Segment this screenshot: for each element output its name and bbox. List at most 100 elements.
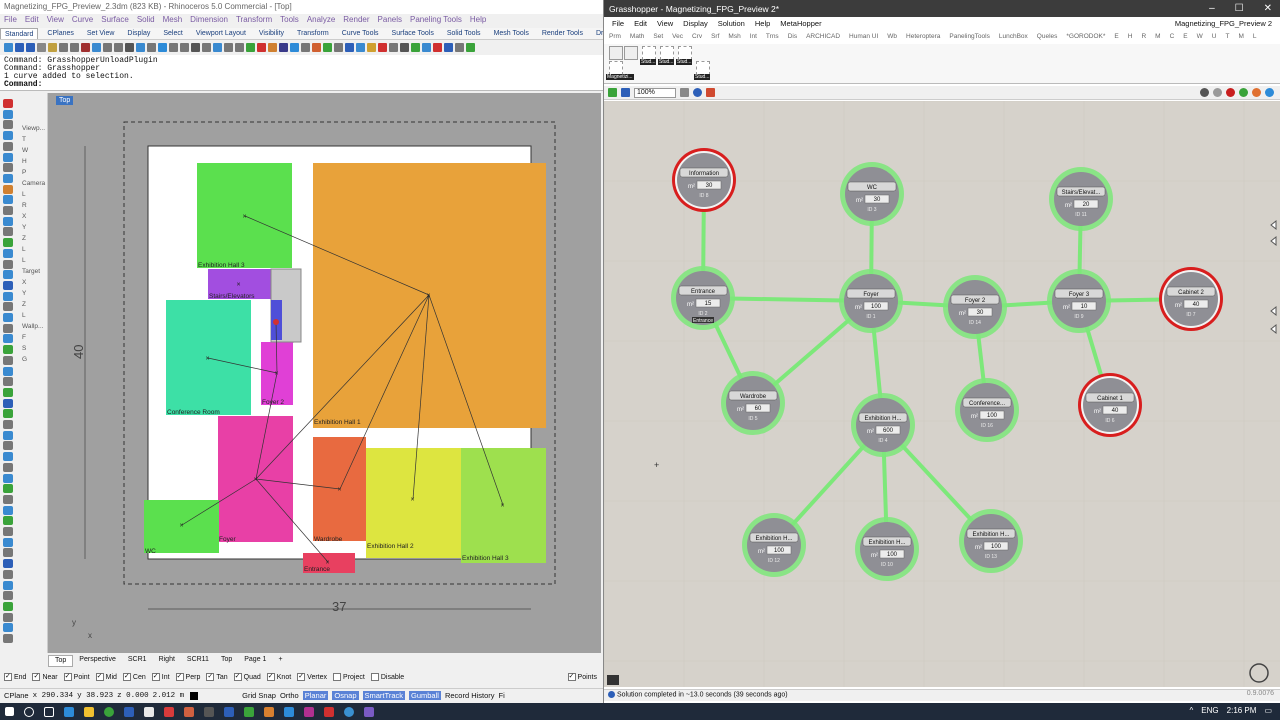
gh-menu-solution[interactable]: Solution: [718, 19, 745, 30]
menu-view[interactable]: View: [47, 15, 64, 26]
toolbar-icon[interactable]: [59, 42, 68, 52]
tool-icon[interactable]: [3, 377, 13, 387]
view-tab-page-1[interactable]: Page 1: [238, 655, 272, 667]
tool-icon[interactable]: [3, 173, 13, 183]
solver-icon[interactable]: [1226, 88, 1235, 97]
osnap-point[interactable]: ✓ Point: [63, 673, 90, 681]
osnap-int[interactable]: ✓ Int: [151, 673, 170, 681]
toolbar-icon[interactable]: [268, 42, 277, 52]
tool-icon[interactable]: [3, 141, 13, 151]
tool-icon[interactable]: [3, 452, 13, 462]
tool-icon[interactable]: [3, 484, 13, 494]
tool-icon[interactable]: [3, 291, 13, 301]
checkbox[interactable]: ✓: [4, 673, 12, 681]
magnetizing-component-icon[interactable]: [609, 46, 623, 60]
gh-tab--gorodok-[interactable]: *GORODOK*: [1066, 33, 1105, 43]
toolbar-icon[interactable]: [433, 42, 442, 52]
viewport-label[interactable]: Top: [56, 96, 74, 105]
gh-tab-wb[interactable]: Wb: [887, 33, 897, 43]
tool-icon[interactable]: [3, 569, 13, 579]
gh-tab-heteroptera[interactable]: Heteroptera: [906, 33, 940, 43]
tool-icon[interactable]: [3, 527, 13, 536]
gh-tab-vec[interactable]: Vec: [672, 33, 683, 43]
folder-icon[interactable]: [84, 706, 94, 717]
add-view-tab-button[interactable]: +: [272, 655, 288, 667]
tool-icon[interactable]: [3, 120, 13, 130]
app-icon[interactable]: [324, 706, 334, 717]
toolbar-icon[interactable]: [136, 42, 145, 52]
tab-select[interactable]: Select: [159, 28, 186, 39]
menu-analyze[interactable]: Analyze: [307, 15, 335, 26]
toolbar-icon[interactable]: [4, 42, 13, 52]
tool-icon[interactable]: [3, 184, 13, 194]
osnap-cen[interactable]: ✓ Cen: [122, 673, 146, 681]
tab-solid-tools[interactable]: Solid Tools: [443, 28, 485, 39]
toolbar-icon[interactable]: [334, 42, 343, 52]
toolbar-icon[interactable]: [290, 42, 299, 52]
toolbar-icon[interactable]: [466, 42, 475, 52]
tab-standard[interactable]: Standard: [0, 28, 39, 39]
gh-menu-file[interactable]: File: [612, 19, 624, 30]
toolbar-icon[interactable]: [301, 42, 310, 52]
gh-tab-r[interactable]: R: [1141, 33, 1146, 43]
tool-icon[interactable]: [3, 623, 13, 633]
tool-icon[interactable]: [3, 612, 13, 622]
component-icon[interactable]: [609, 61, 623, 75]
preview-mode-icon[interactable]: [1200, 88, 1209, 97]
preview-selected-icon[interactable]: [1252, 88, 1261, 97]
tab-render-tools[interactable]: Render Tools: [538, 28, 587, 39]
toolbar-icon[interactable]: [169, 42, 178, 52]
toolbar-icon[interactable]: [312, 42, 321, 52]
gh-tab-crv[interactable]: Crv: [692, 33, 702, 43]
toolbar-icon[interactable]: [37, 42, 46, 52]
top-viewport[interactable]: Exhibition Hall 3 Exhibition Hall 1 Stairs…: [48, 93, 601, 653]
gh-tab-u[interactable]: U: [1212, 33, 1217, 43]
tool-icon[interactable]: [3, 152, 13, 162]
toolbar-icon[interactable]: [191, 42, 200, 52]
checkbox[interactable]: ✓: [233, 673, 242, 681]
menu-edit[interactable]: Edit: [25, 15, 39, 26]
tool-icon[interactable]: [3, 248, 13, 258]
toolbar-icon[interactable]: [224, 42, 233, 52]
room-node[interactable]: Wardrobe m² 60 ID 5: [721, 371, 785, 435]
toggle-record-history[interactable]: Record History: [445, 691, 495, 700]
study-icon[interactable]: [696, 61, 710, 75]
chrome-icon[interactable]: [104, 706, 114, 717]
menu-file[interactable]: File: [4, 15, 17, 26]
room-node[interactable]: Exhibition H... m² 100 ID 12: [742, 513, 806, 577]
osnap-vertex[interactable]: ✓ Vertex: [297, 673, 327, 681]
tool-icon[interactable]: [3, 334, 13, 344]
gh-menu-edit[interactable]: Edit: [634, 19, 647, 30]
osnap-mid[interactable]: ✓ Mid: [95, 673, 117, 681]
gh-menu-help[interactable]: Help: [755, 19, 770, 30]
room-node[interactable]: Cabinet 1 m² 40 ID 6: [1078, 373, 1142, 437]
tool-icon[interactable]: [3, 430, 13, 440]
tool-icon[interactable]: [3, 345, 13, 355]
room-node[interactable]: Exhibition H... m² 600 ID 4: [851, 393, 915, 457]
gh-canvas[interactable]: Information m² 30 ID 8 WC m² 30 ID 3 Stairs/Elev…: [604, 101, 1280, 687]
tool-icon[interactable]: [3, 99, 13, 108]
toolbar-icon[interactable]: [125, 42, 134, 52]
view-tab-right[interactable]: Right: [153, 655, 181, 667]
tool-icon[interactable]: [3, 195, 13, 205]
app-icon[interactable]: [224, 706, 234, 717]
toggle-fi[interactable]: Fi: [499, 691, 505, 700]
gh-tab-math[interactable]: Math: [630, 33, 644, 43]
gh-tab-c[interactable]: C: [1170, 33, 1175, 43]
view-tab-scr1[interactable]: SCR1: [122, 655, 153, 667]
tab-visibility[interactable]: Visibility: [255, 28, 288, 39]
toggle-grid-snap[interactable]: Grid Snap: [242, 691, 276, 700]
gh-document-title[interactable]: Magnetizing_FPG_Preview 2: [1175, 19, 1272, 28]
minimize-button[interactable]: –: [1209, 3, 1215, 14]
toolbar-icon[interactable]: [400, 42, 409, 52]
menu-paneling-tools[interactable]: Paneling Tools: [410, 15, 462, 26]
checkbox[interactable]: ✓: [266, 673, 275, 681]
app-icon[interactable]: [264, 706, 274, 717]
menu-panels[interactable]: Panels: [378, 15, 402, 26]
gh-tab-e[interactable]: E: [1183, 33, 1187, 43]
toolbar-icon[interactable]: [246, 42, 255, 52]
checkbox[interactable]: ✓: [175, 673, 184, 681]
toggle-osnap[interactable]: Osnap: [332, 691, 359, 700]
gh-tab-lunchbox[interactable]: LunchBox: [999, 33, 1028, 43]
app-icon[interactable]: [184, 706, 194, 717]
